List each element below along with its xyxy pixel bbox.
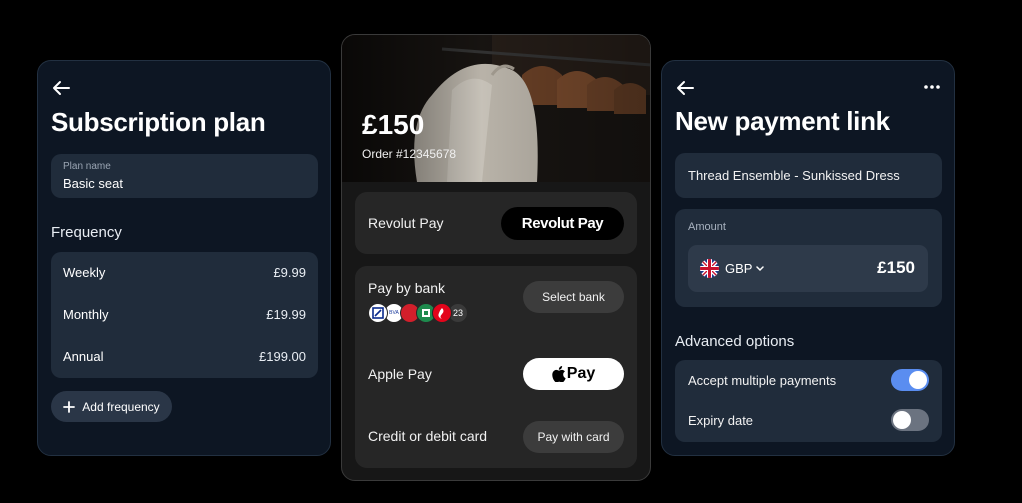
back-arrow-icon[interactable] <box>51 79 71 97</box>
frequency-name: Monthly <box>63 307 109 322</box>
amount-value: £150 <box>877 258 915 277</box>
subscription-plan-card: Subscription plan Plan name Basic seat F… <box>37 60 331 456</box>
toggle-knob <box>893 411 911 429</box>
plan-name-value: Basic seat <box>63 176 123 191</box>
advanced-options-heading: Advanced options <box>675 333 795 350</box>
apple-logo-icon <box>552 366 566 382</box>
frequency-row-weekly[interactable]: Weekly £9.99 <box>63 265 306 285</box>
accept-multiple-payments-label: Accept multiple payments <box>688 373 837 388</box>
page-title: New payment link <box>675 106 890 136</box>
plan-name-label: Plan name <box>63 161 111 172</box>
revolut-pay-label: Revolut Pay <box>368 215 444 231</box>
checkout-card: £150 Order #12345678 Revolut Pay Revolut… <box>341 34 651 481</box>
apple-pay-button[interactable]: Pay <box>523 358 624 390</box>
revolut-pay-button[interactable]: Revolut Pay <box>501 207 624 240</box>
frequency-row-annual[interactable]: Annual £199.00 <box>63 349 306 369</box>
product-name: Thread Ensemble - Sunkissed Dress <box>688 168 900 183</box>
chevron-down-icon[interactable] <box>756 266 764 272</box>
santander-icon <box>432 303 452 323</box>
amount-input[interactable]: GBP £150 <box>688 245 928 292</box>
currency-select[interactable]: GBP <box>725 261 752 276</box>
frequency-row-monthly[interactable]: Monthly £19.99 <box>63 307 306 327</box>
amount-panel: Amount GBP £150 <box>675 209 942 307</box>
product-field[interactable]: Thread Ensemble - Sunkissed Dress <box>675 153 942 198</box>
card-payment-label: Credit or debit card <box>368 428 488 444</box>
frequency-price: £9.99 <box>273 265 306 280</box>
amount-label: Amount <box>688 221 726 233</box>
expiry-date-label: Expiry date <box>688 413 754 428</box>
frequency-name: Weekly <box>63 265 106 280</box>
other-payment-options: Pay by bank BVA 23 Select bank Apple Pay… <box>355 266 637 468</box>
revolut-pay-option: Revolut Pay Revolut Pay <box>355 192 637 254</box>
apple-pay-label: Apple Pay <box>368 366 432 382</box>
deutsche-bank-icon <box>368 303 388 323</box>
add-frequency-button[interactable]: Add frequency <box>51 391 172 422</box>
add-frequency-label: Add frequency <box>82 399 160 414</box>
order-amount: £150 <box>362 109 425 140</box>
plus-icon <box>63 400 76 413</box>
apple-pay-button-label: Pay <box>566 365 596 382</box>
advanced-options-panel: Accept multiple payments Expiry date <box>675 360 942 442</box>
more-options-icon[interactable] <box>924 85 940 89</box>
frequency-heading: Frequency <box>51 224 122 241</box>
product-photo: £150 Order #12345678 <box>342 35 650 182</box>
bank-logos: BVA 23 <box>368 303 468 323</box>
back-arrow-icon[interactable] <box>675 79 695 97</box>
frequency-price: £19.99 <box>266 307 306 322</box>
order-number: Order #12345678 <box>362 147 457 161</box>
frequency-name: Annual <box>63 349 104 364</box>
pay-with-card-button[interactable]: Pay with card <box>523 421 624 453</box>
pay-by-bank-label: Pay by bank <box>368 280 446 296</box>
uk-flag-icon <box>700 259 719 278</box>
toggle-knob <box>909 371 927 389</box>
frequency-list: Weekly £9.99 Monthly £19.99 Annual £199.… <box>51 252 318 378</box>
frequency-price: £199.00 <box>259 349 306 364</box>
payment-link-card: New payment link Thread Ensemble - Sunki… <box>661 60 955 456</box>
expiry-date-toggle[interactable] <box>891 409 929 431</box>
plan-name-field[interactable]: Plan name Basic seat <box>51 154 318 198</box>
page-title: Subscription plan <box>51 107 266 137</box>
accept-multiple-payments-toggle[interactable] <box>891 369 929 391</box>
select-bank-button[interactable]: Select bank <box>523 281 624 313</box>
